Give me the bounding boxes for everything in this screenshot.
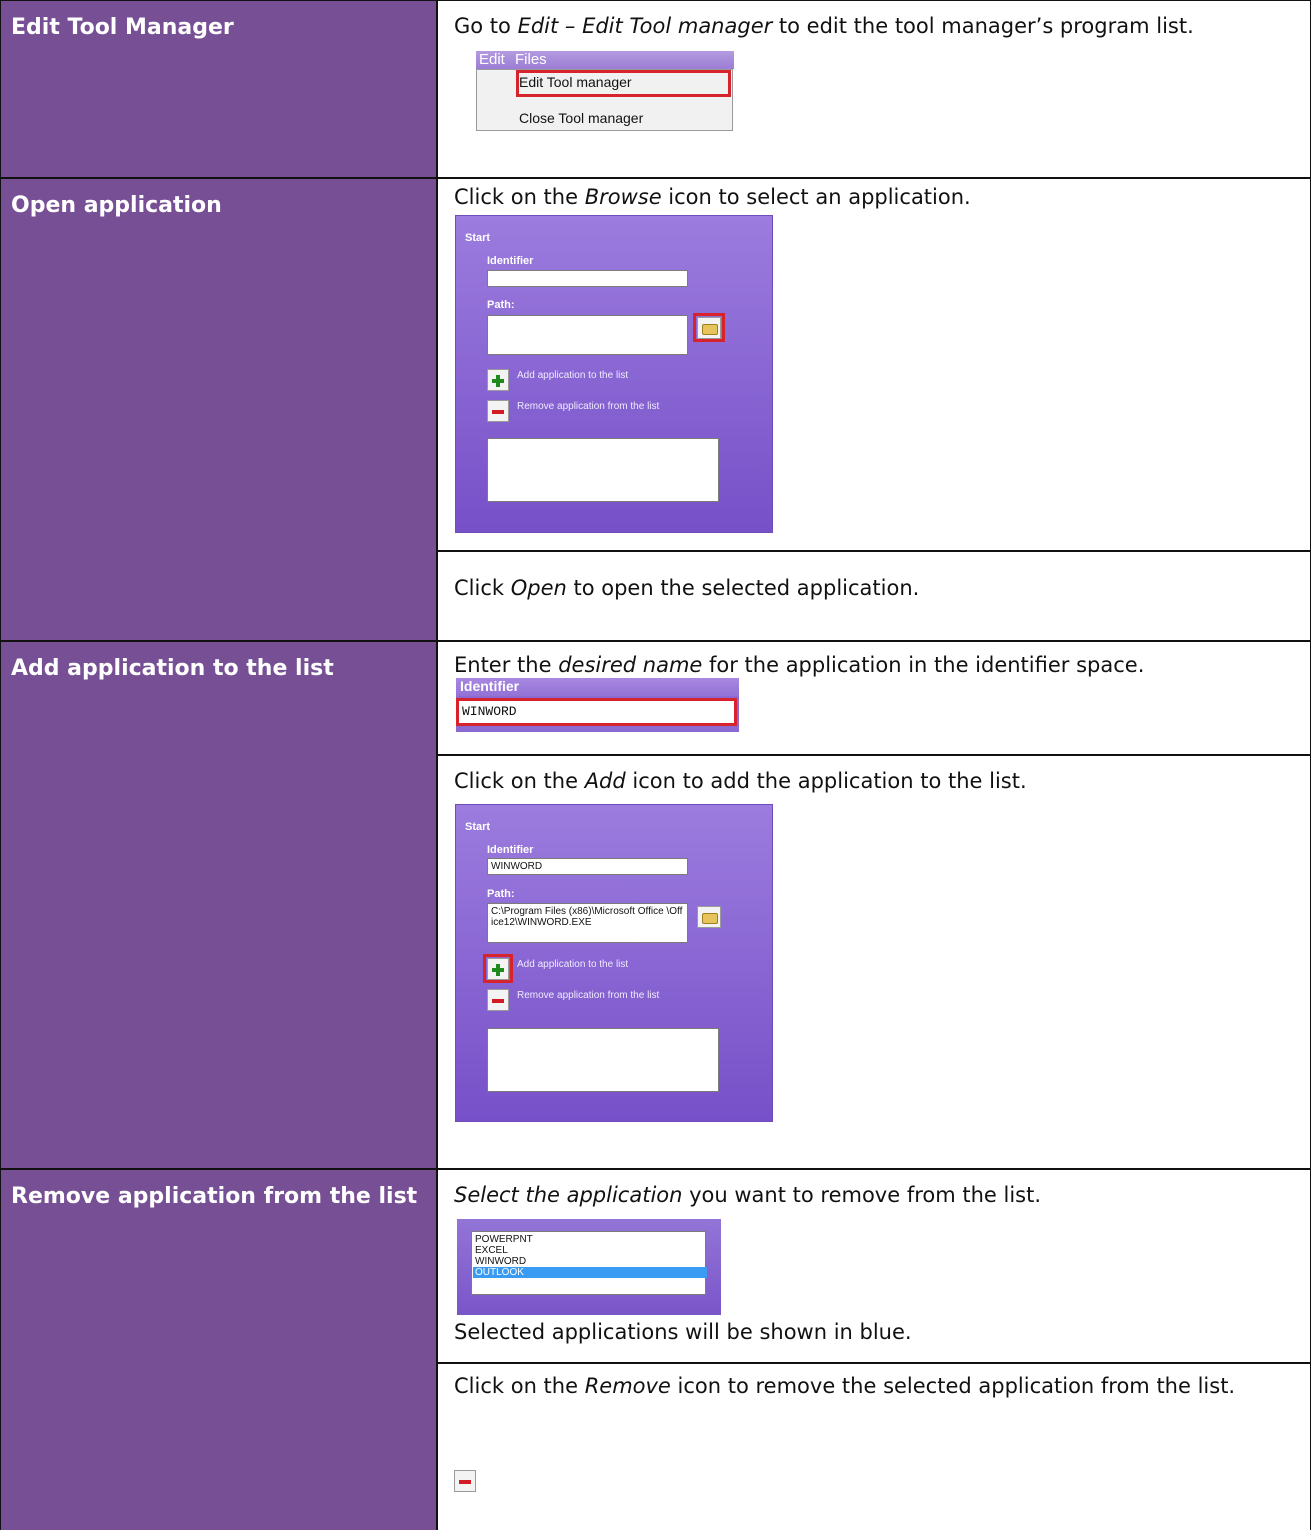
highlight-box [693, 313, 725, 342]
section-edit-tool-manager: Edit Tool Manager [0, 0, 437, 178]
text-part: Go to [454, 14, 518, 38]
document-page: Edit Tool Manager Go to Edit – Edit Tool… [0, 0, 1311, 1530]
add-label: Add application to the list [517, 959, 629, 970]
section-open-application: Open application [0, 178, 437, 641]
text-emphasis: Open [510, 576, 567, 600]
text-part: Enter the [454, 653, 559, 677]
listbox-screenshot: POWERPNT EXCEL WINWORD OUTLOOK [457, 1219, 721, 1315]
instruction-text: Click on the Add icon to add the applica… [454, 766, 1027, 796]
identifier-input[interactable]: WINWORD [487, 858, 688, 875]
path-input[interactable]: C:\Program Files (x86)\Microsoft Office … [487, 903, 688, 943]
add-application-step-1: Enter the desired name for the applicati… [437, 641, 1311, 755]
remove-minus-icon[interactable] [487, 400, 509, 422]
add-label: Add application to the list [517, 370, 629, 381]
text-emphasis: Select the application [454, 1183, 683, 1207]
instruction-text: Click Open to open the selected applicat… [454, 573, 919, 603]
text-part: you want to remove from the list. [682, 1183, 1042, 1207]
remove-minus-icon[interactable] [454, 1470, 476, 1492]
highlight-box [483, 954, 513, 983]
identifier-label: Identifier [456, 678, 739, 696]
identifier-label: Identifier [487, 255, 534, 267]
instruction-text: Click on the Remove icon to remove the s… [454, 1371, 1294, 1401]
identifier-screenshot: Identifier WINWORD [456, 678, 739, 732]
browse-folder-icon[interactable] [697, 906, 721, 928]
text-part: to open the selected application. [566, 576, 920, 600]
start-label: Start [465, 821, 491, 833]
list-item[interactable]: EXCEL [475, 1245, 704, 1256]
section-add-application: Add application to the list [0, 641, 437, 1169]
open-application-step-2: Click Open to open the selected applicat… [437, 551, 1311, 641]
list-item-selected[interactable]: OUTLOOK [473, 1267, 707, 1278]
section-title: Add application to the list [11, 656, 334, 681]
text-part: Click on the [454, 1374, 585, 1398]
tool-manager-panel: Start Identifier Path: Add application t… [455, 215, 773, 533]
remove-label: Remove application from the list [517, 990, 660, 1001]
text-part: for the application in the identifier sp… [702, 653, 1145, 677]
instruction-text: Selected applications will be shown in b… [454, 1320, 912, 1344]
text-part: to edit the tool manager’s program list. [772, 14, 1194, 38]
application-listbox[interactable] [487, 438, 719, 502]
menu-edit[interactable]: Edit [479, 51, 505, 68]
text-part: icon to add the application to the list. [625, 769, 1027, 793]
menu-screenshot: Edit Files Edit Tool manager Close Tool … [476, 51, 736, 145]
list-item[interactable]: POWERPNT [475, 1234, 704, 1245]
section-title: Edit Tool Manager [11, 15, 234, 40]
text-part: icon to select an application. [661, 185, 971, 209]
list-item[interactable]: WINWORD [475, 1256, 704, 1267]
text-emphasis: Edit – Edit Tool manager [517, 14, 773, 38]
path-input[interactable] [487, 315, 688, 355]
highlight-box [516, 70, 731, 97]
menu-item-close-tool-manager[interactable]: Close Tool manager [519, 110, 643, 126]
instruction-text: Select the application you want to remov… [454, 1180, 1041, 1210]
identifier-input[interactable] [487, 270, 688, 287]
remove-label: Remove application from the list [517, 401, 660, 412]
section-title: Remove application from the list [11, 1184, 418, 1209]
text-emphasis: Browse [584, 185, 662, 209]
menu-bar: Edit Files [476, 51, 734, 69]
text-emphasis: desired name [558, 653, 703, 677]
text-part: Click on the [454, 769, 585, 793]
tool-manager-panel-filled: Start Identifier WINWORD Path: C:\Progra… [455, 804, 773, 1122]
path-label: Path: [487, 888, 515, 900]
identifier-field[interactable]: WINWORD [456, 698, 737, 726]
section-edit-tool-manager-content: Go to Edit – Edit Tool manager to edit t… [437, 0, 1311, 178]
text-part: icon to remove the selected application … [670, 1374, 1236, 1398]
instruction-text: Enter the desired name for the applicati… [454, 650, 1144, 680]
text-part: Click [454, 576, 511, 600]
start-label: Start [465, 232, 491, 244]
section-title: Open application [11, 193, 222, 218]
text-part: Click on the [454, 185, 585, 209]
add-application-step-2: Click on the Add icon to add the applica… [437, 755, 1311, 1169]
section-remove-application: Remove application from the list [0, 1169, 437, 1530]
text-emphasis: Add [584, 769, 626, 793]
remove-application-step-2: Click on the Remove icon to remove the s… [437, 1363, 1311, 1530]
menu-files[interactable]: Files [515, 51, 547, 68]
remove-minus-icon[interactable] [487, 989, 509, 1011]
application-listbox[interactable]: POWERPNT EXCEL WINWORD OUTLOOK [471, 1231, 707, 1295]
instruction-text: Click on the Browse icon to select an ap… [454, 182, 971, 212]
instruction-text: Go to Edit – Edit Tool manager to edit t… [454, 11, 1194, 41]
text-emphasis: Remove [584, 1374, 671, 1398]
identifier-label: Identifier [487, 844, 534, 856]
remove-application-step-1: Select the application you want to remov… [437, 1169, 1311, 1363]
open-application-step-1: Click on the Browse icon to select an ap… [437, 178, 1311, 551]
add-plus-icon[interactable] [487, 369, 509, 391]
path-label: Path: [487, 299, 515, 311]
application-listbox[interactable] [487, 1028, 719, 1092]
